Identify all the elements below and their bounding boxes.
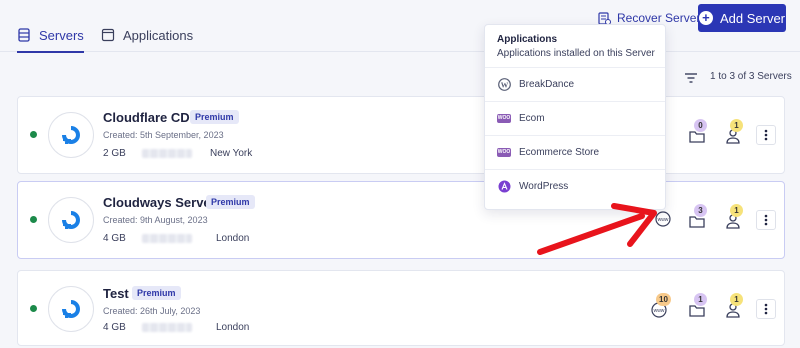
digitalocean-icon — [62, 211, 80, 229]
server-count: 1 to 3 of 3 Servers — [710, 71, 792, 82]
tab-applications[interactable]: Applications — [101, 28, 193, 52]
more-options-button[interactable] — [756, 210, 776, 230]
tab-servers-label: Servers — [39, 28, 84, 43]
digitalocean-logo — [48, 112, 94, 158]
server-created: Created: 26th July, 2023 — [103, 306, 201, 316]
add-server-label: Add Server — [719, 10, 786, 26]
window-icon — [101, 28, 115, 42]
folders-count-badge: 3 — [694, 204, 707, 217]
server-ip-redacted — [142, 149, 192, 158]
recover-icon — [598, 11, 611, 25]
add-server-button[interactable]: + Add Server — [698, 4, 786, 32]
server-card-test[interactable]: Test Premium Created: 26th July, 2023 4 … — [17, 270, 785, 346]
more-options-button[interactable] — [756, 125, 776, 145]
apps-count-badge: 10 — [656, 293, 671, 306]
applications-popover: Applications Applications installed on t… — [484, 24, 666, 210]
server-created: Created: 9th August, 2023 — [103, 215, 208, 225]
digitalocean-icon — [62, 126, 80, 144]
popover-title: Applications — [497, 34, 558, 45]
users-count-badge: 1 — [730, 119, 743, 132]
server-created: Created: 5th September, 2023 — [103, 130, 224, 140]
users-count-badge: 1 — [730, 204, 743, 217]
popover-item-label: WordPress — [519, 181, 569, 192]
users-count-badge: 1 — [730, 293, 743, 306]
server-size: 2 GB — [103, 148, 126, 159]
server-ip-redacted — [142, 323, 192, 332]
status-dot — [30, 216, 37, 223]
app-icon — [497, 180, 511, 194]
top-bar: Servers Applications Recover Server + Ad… — [0, 0, 800, 53]
popover-item-ecom[interactable]: WOO Ecom — [485, 101, 665, 135]
digitalocean-icon — [62, 300, 80, 318]
status-dot — [30, 131, 37, 138]
wordpress-icon: W — [497, 78, 511, 92]
premium-badge: Premium — [132, 286, 181, 300]
server-ip-redacted — [142, 234, 192, 243]
popover-item-label: BreakDance — [519, 79, 575, 90]
server-location: London — [216, 322, 250, 333]
server-location: London — [216, 233, 250, 244]
folders-count-badge: 1 — [694, 293, 707, 306]
recover-server-label: Recover Server — [617, 11, 701, 25]
premium-badge: Premium — [190, 110, 239, 124]
more-options-button[interactable] — [756, 299, 776, 319]
tab-servers[interactable]: Servers — [17, 28, 84, 53]
kebab-icon — [764, 214, 768, 226]
popover-item-ecommerce-store[interactable]: WOO Ecommerce Store — [485, 135, 665, 169]
digitalocean-logo — [48, 286, 94, 332]
digitalocean-logo — [48, 197, 94, 243]
recover-server-link[interactable]: Recover Server — [598, 11, 700, 25]
plus-icon: + — [698, 11, 713, 25]
popover-item-label: Ecommerce Store — [519, 147, 600, 158]
server-location: New York — [210, 148, 253, 159]
server-name[interactable]: Cloudflare CDN — [103, 110, 199, 125]
kebab-icon — [764, 129, 768, 141]
folders-count-badge: 0 — [694, 119, 707, 132]
popover-subtitle: Applications installed on this Server — [497, 48, 655, 59]
svg-text:www: www — [654, 308, 665, 314]
status-dot — [30, 305, 37, 312]
server-icon — [18, 28, 30, 42]
kebab-icon — [764, 303, 768, 315]
server-size: 4 GB — [103, 233, 126, 244]
filter-icon[interactable] — [684, 72, 698, 84]
server-card-cloudflare-cdn[interactable]: Cloudflare CDN Premium Created: 5th Sept… — [17, 96, 785, 174]
popover-item-wordpress[interactable]: WordPress — [485, 169, 665, 203]
svg-text:W: W — [500, 80, 508, 89]
tab-applications-label: Applications — [123, 28, 194, 43]
annotation-arrow-icon — [537, 203, 657, 255]
woocommerce-icon: WOO — [497, 114, 511, 123]
premium-badge: Premium — [206, 195, 255, 209]
server-name[interactable]: Cloudways Server — [103, 195, 216, 210]
popover-item-breakdance[interactable]: W BreakDance — [485, 67, 665, 101]
server-name[interactable]: Test — [103, 286, 129, 301]
woocommerce-icon: WOO — [497, 148, 511, 157]
server-size: 4 GB — [103, 322, 126, 333]
popover-item-label: Ecom — [519, 113, 545, 124]
